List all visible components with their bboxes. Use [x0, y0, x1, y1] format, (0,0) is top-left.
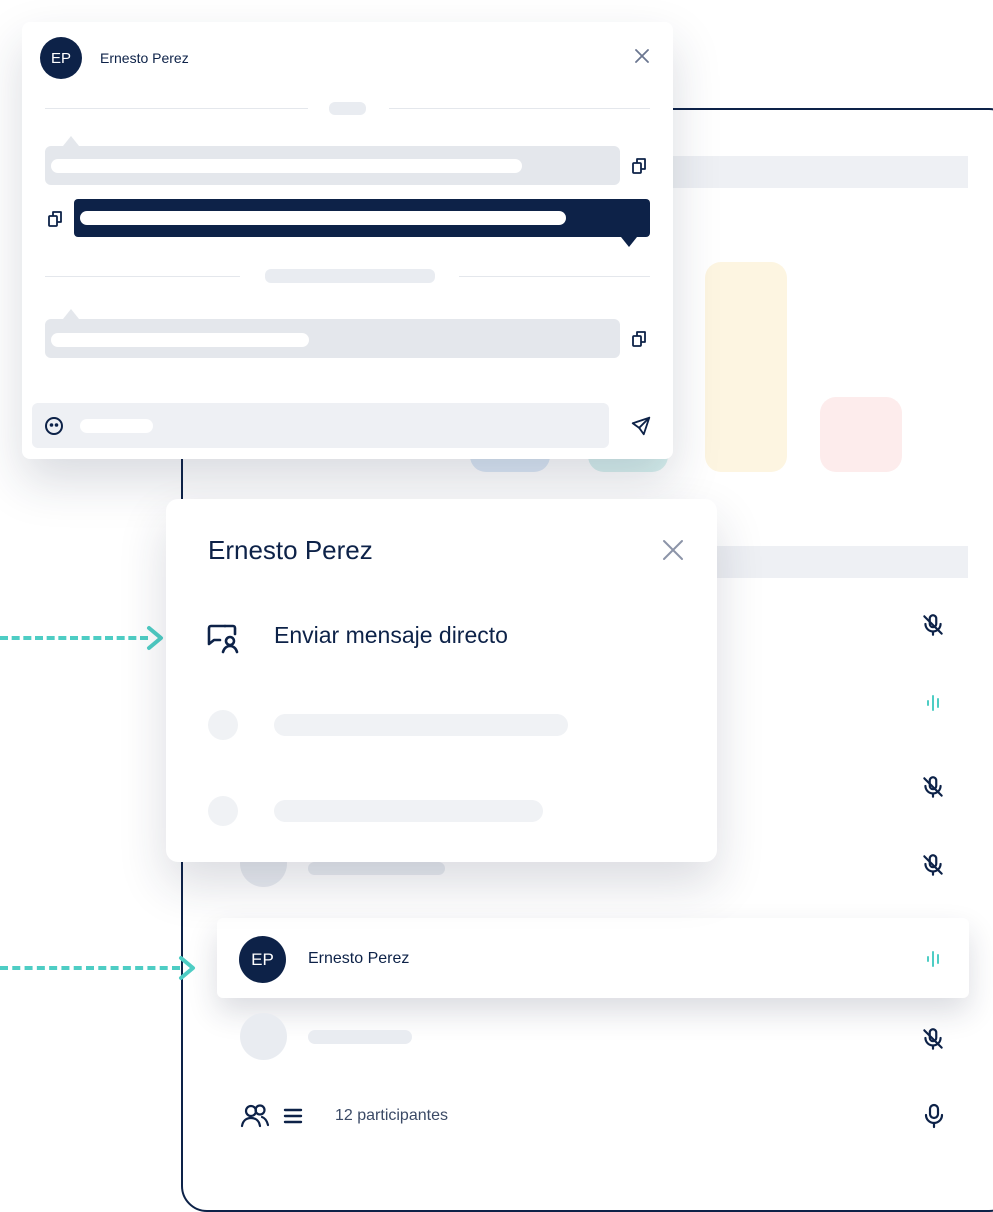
close-icon[interactable] — [658, 535, 688, 565]
participant-row-highlighted[interactable]: EP Ernesto Perez — [217, 918, 969, 998]
separator-line — [45, 108, 308, 109]
copy-icon[interactable] — [629, 328, 649, 350]
participant-count: 12 participantes — [335, 1107, 448, 1124]
header-band — [673, 156, 968, 188]
chat-popup: EP Ernesto Perez — [22, 22, 673, 459]
menu-item-direct-message[interactable]: Enviar mensaje directo — [196, 611, 686, 665]
send-icon[interactable] — [629, 414, 653, 438]
menu-item-label: Enviar mensaje directo — [274, 622, 508, 648]
people-icon[interactable] — [238, 1100, 272, 1132]
pointer-arrow — [0, 636, 148, 640]
participant-name-placeholder — [308, 1030, 412, 1044]
menu-item-label-placeholder — [274, 800, 543, 822]
menu-title: Ernesto Perez — [208, 535, 373, 565]
video-tile-yellow — [705, 262, 787, 472]
message-input[interactable] — [32, 403, 609, 448]
pointer-arrow — [0, 966, 180, 970]
separator-line — [459, 276, 650, 277]
incoming-message[interactable] — [45, 146, 620, 185]
separator-line — [389, 108, 650, 109]
participant-menu: Ernesto Perez Enviar mensaje directo — [166, 499, 717, 862]
participant-name-placeholder — [308, 862, 445, 875]
close-icon[interactable] — [630, 44, 654, 68]
bubble-tail — [63, 136, 79, 146]
mic-muted-icon[interactable] — [918, 1024, 948, 1054]
speaking-icon — [918, 688, 948, 718]
copy-icon[interactable] — [45, 208, 65, 230]
message-text-placeholder — [80, 211, 566, 225]
menu-item-icon-placeholder — [208, 710, 238, 740]
direct-message-icon — [204, 619, 242, 657]
outgoing-message[interactable] — [74, 199, 650, 237]
participant-name: Ernesto Perez — [308, 950, 410, 967]
arrow-head-icon — [144, 625, 166, 656]
participant-avatar: EP — [239, 936, 286, 983]
menu-item-icon-placeholder — [208, 796, 238, 826]
bubble-tail — [621, 237, 637, 247]
list-header-band — [717, 546, 968, 578]
copy-icon[interactable] — [629, 155, 649, 177]
arrow-head-icon — [176, 955, 198, 986]
video-tile-pink — [820, 397, 902, 472]
chat-avatar: EP — [40, 37, 82, 79]
message-text-placeholder — [51, 159, 522, 173]
mic-icon[interactable] — [919, 1100, 949, 1132]
input-placeholder — [80, 419, 153, 433]
emoji-icon[interactable] — [43, 415, 65, 437]
list-icon[interactable] — [282, 1104, 304, 1128]
incoming-message[interactable] — [45, 319, 620, 358]
speaking-icon — [918, 944, 948, 974]
date-chip-placeholder — [265, 269, 435, 283]
participant-avatar-placeholder — [240, 1013, 287, 1060]
mic-muted-icon[interactable] — [918, 850, 948, 880]
menu-item-label-placeholder — [274, 714, 568, 736]
separator-line — [45, 276, 240, 277]
mic-muted-icon[interactable] — [918, 772, 948, 802]
bubble-tail — [63, 309, 79, 319]
chat-contact-name: Ernesto Perez — [100, 50, 189, 66]
date-chip-placeholder — [329, 102, 366, 115]
mic-muted-icon[interactable] — [918, 610, 948, 640]
message-text-placeholder — [51, 333, 309, 347]
